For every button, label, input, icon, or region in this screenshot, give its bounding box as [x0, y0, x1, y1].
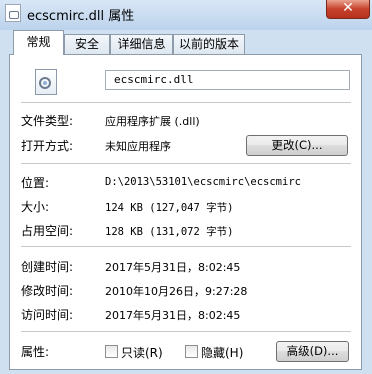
size-value: 124 KB (127,047 字节)	[105, 202, 234, 214]
separator	[21, 246, 351, 248]
hidden-label[interactable]: 隐藏(H)	[201, 344, 243, 361]
tab-general[interactable]: 常规	[13, 30, 64, 55]
disk-size-label: 占用空间:	[21, 224, 74, 238]
tab-security[interactable]: 安全	[64, 34, 110, 54]
close-button[interactable]: ✕	[326, 0, 370, 19]
hidden-checkbox[interactable]	[185, 345, 198, 358]
title-bar: ecscmirc.dll 属性 ✕	[0, 0, 372, 30]
accessed-label: 访问时间:	[21, 308, 74, 322]
modified-label: 修改时间:	[21, 284, 74, 298]
general-panel: ecscmirc.dll 文件类型: 应用程序扩展 (.dll) 打开方式: 未…	[9, 54, 362, 370]
readonly-checkbox[interactable]	[105, 345, 118, 358]
attributes-label: 属性:	[21, 345, 50, 359]
file-icon	[5, 4, 21, 22]
opens-with-value: 未知应用程序	[105, 140, 171, 153]
file-name-field[interactable]: ecscmirc.dll	[105, 70, 350, 90]
opens-with-label: 打开方式:	[21, 139, 74, 153]
advanced-button[interactable]: 高级(D)...	[276, 341, 349, 362]
separator	[21, 102, 351, 104]
modified-value: 2010年10月26日，9:27:28	[105, 285, 248, 298]
window-title: ecscmirc.dll 属性	[27, 9, 135, 24]
file-type-label: 文件类型:	[21, 114, 74, 128]
file-type-value: 应用程序扩展 (.dll)	[105, 115, 200, 128]
dll-file-icon	[35, 69, 57, 95]
disk-size-value: 128 KB (131,072 字节)	[105, 226, 234, 238]
tab-bar: 常规 安全 详细信息 以前的版本	[0, 30, 372, 55]
change-button[interactable]: 更改(C)...	[246, 135, 348, 156]
readonly-label[interactable]: 只读(R)	[121, 344, 163, 361]
tab-details[interactable]: 详细信息	[110, 34, 173, 54]
tab-previous-versions[interactable]: 以前的版本	[173, 34, 245, 54]
gear-icon	[39, 77, 51, 89]
created-label: 创建时间:	[21, 260, 74, 274]
separator	[21, 331, 351, 333]
location-label: 位置:	[21, 176, 50, 190]
location-value: D:\2013\53101\ecscmirc\ecscmirc	[105, 176, 301, 188]
separator	[21, 163, 351, 165]
size-label: 大小:	[21, 200, 50, 214]
accessed-value: 2017年5月31日，8:02:45	[105, 309, 241, 322]
created-value: 2017年5月31日，8:02:45	[105, 261, 241, 274]
